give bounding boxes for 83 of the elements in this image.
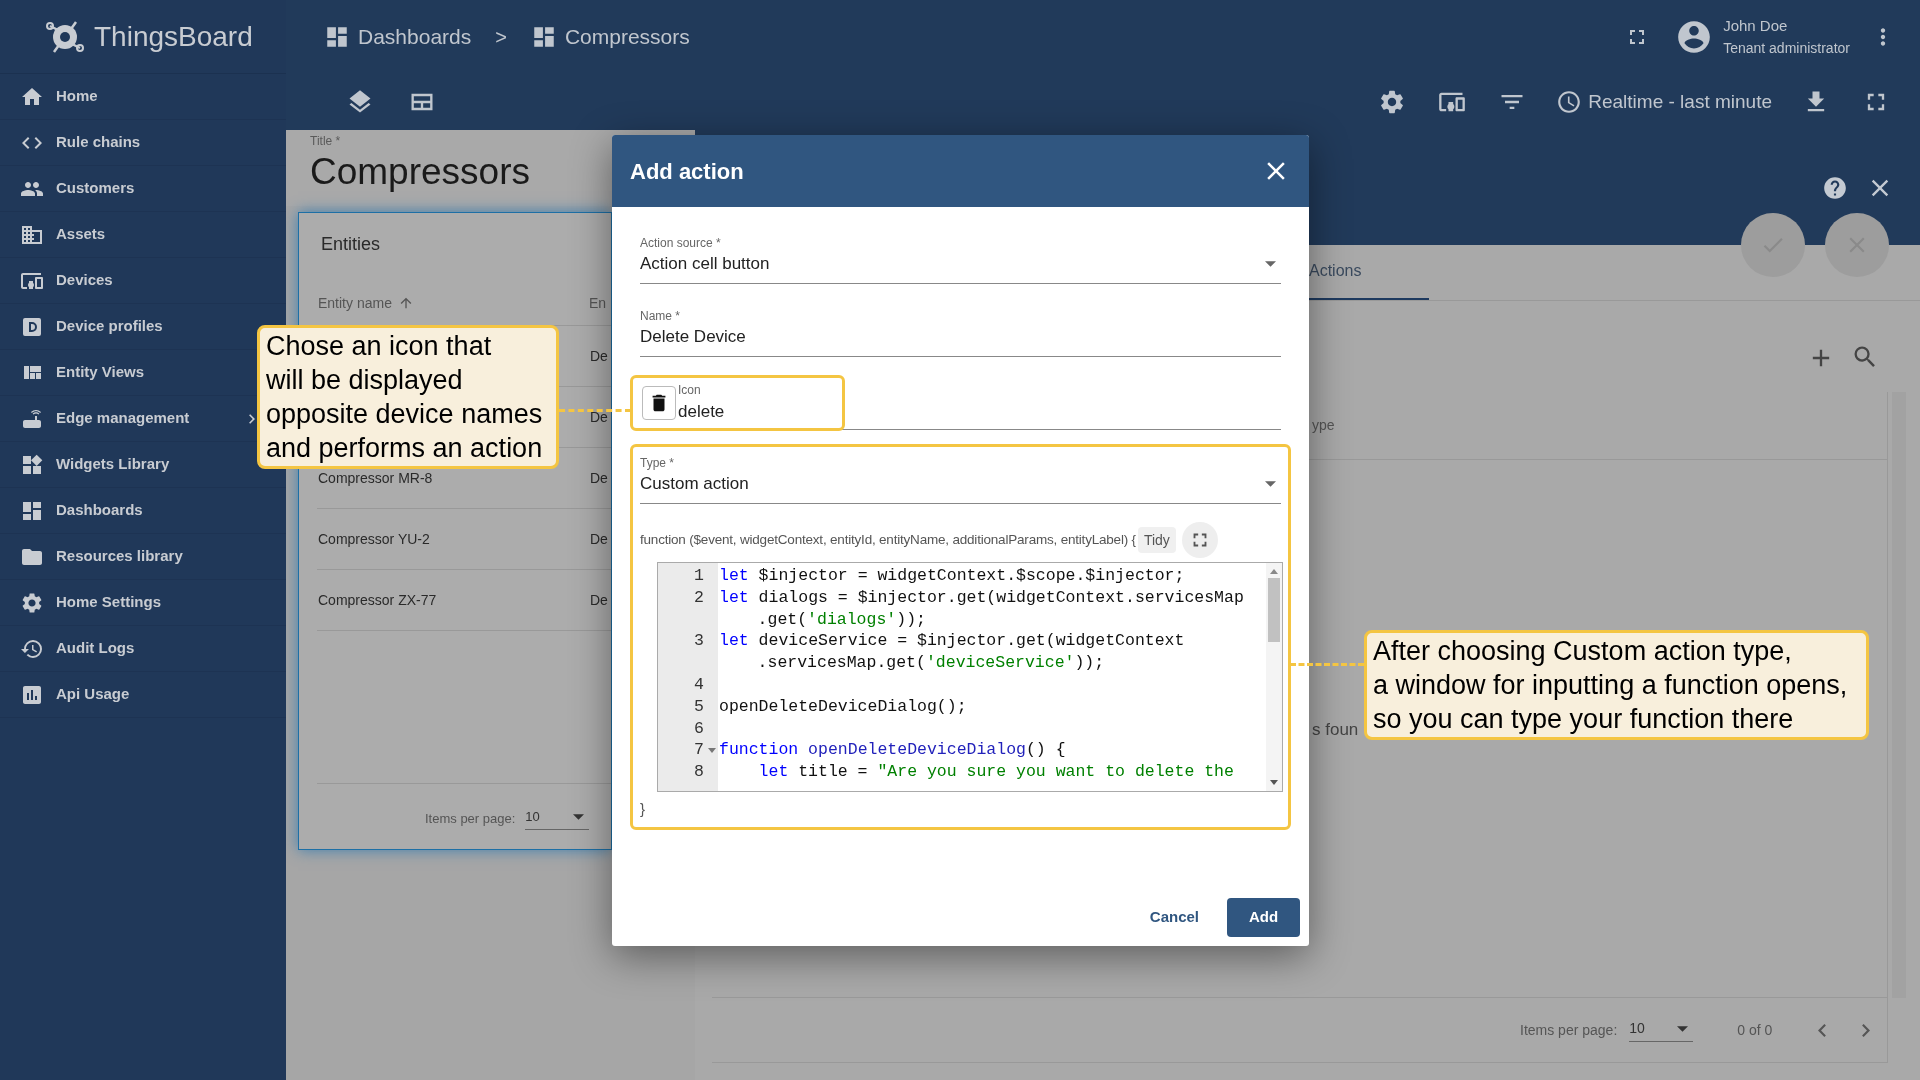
field-label: Action source * [640, 235, 722, 251]
page-range: 0 of 0 [1737, 1020, 1773, 1040]
scrollbar-thumb[interactable] [1268, 578, 1280, 642]
dialog-title: Add action [630, 157, 744, 186]
chevron-icon [249, 413, 256, 424]
clock-icon [1556, 89, 1583, 115]
help-icon[interactable] [1822, 175, 1848, 201]
title-label: Title * [310, 133, 342, 150]
select-field[interactable]: Action source * Action cell button [640, 235, 1281, 284]
sidebar-item[interactable]: Resources library [20, 544, 183, 569]
table-cell-text: De [590, 346, 608, 366]
widgets-icon [20, 452, 44, 477]
sidebar-item[interactable]: Edge management [20, 406, 256, 431]
sidebar-item[interactable]: Device profiles [20, 314, 163, 339]
sidebar-item[interactable]: Api Usage [20, 682, 130, 707]
icon-picker-button[interactable] [642, 386, 676, 420]
field-label: Type * [640, 455, 676, 471]
sidebar-item[interactable]: Home [20, 84, 98, 109]
table-cell-text: De [590, 529, 608, 549]
paginator-label: Items per page: [425, 809, 516, 828]
table-cell: Compressor MR-8 [318, 469, 433, 486]
sidebar-item[interactable]: Assets [20, 222, 106, 247]
dropdown-icon [1677, 1025, 1689, 1032]
empty-message: s foun [1312, 719, 1359, 741]
sidebar-item[interactable]: Rule chains [20, 130, 141, 155]
timewindow-button[interactable]: Realtime - last minute [1556, 87, 1772, 117]
tidy-button[interactable]: Tidy [1137, 527, 1176, 553]
code-line: function openDeleteDeviceDialog() { [718, 739, 1066, 762]
table-cell-text: De [590, 468, 608, 488]
sidebar-item[interactable]: Entity Views [20, 360, 145, 385]
code-line: let title = "Are you sure you want to delete the [757, 761, 1234, 783]
sidebar-item[interactable]: Customers [20, 176, 135, 201]
table-cell: Compressor YU-2 [318, 530, 430, 547]
sidebar-item[interactable]: Home Settings [20, 590, 161, 615]
select-field[interactable]: Type * Custom action [640, 455, 1281, 504]
widget-title: Entities [321, 233, 381, 256]
sidebar-item[interactable]: Audit Logs [20, 636, 135, 661]
dropdown-icon [1265, 481, 1276, 487]
dropdown-icon [573, 813, 585, 820]
function-closing: } [640, 799, 646, 819]
add-button[interactable]: Add [1227, 898, 1300, 937]
scroll-up-icon[interactable] [1270, 569, 1278, 574]
previous-page-icon[interactable] [1818, 1023, 1827, 1037]
sidebar-item[interactable]: Dashboards [20, 498, 143, 523]
sidebar-item[interactable]: Widgets Library [20, 452, 170, 477]
user-role: Tenant administrator [1723, 38, 1850, 58]
field-value: Action cell button [640, 253, 770, 275]
callout: Chose an icon that will be displayed opposite device names and performs an action [257, 325, 559, 469]
field-value: Delete Device [640, 326, 746, 348]
breadcrumb-link[interactable]: Compressors [530, 21, 690, 53]
field-label: Icon [678, 382, 702, 400]
code-line: let deviceService = $injector.get(widgetContext [718, 630, 1185, 653]
scroll-down-icon[interactable] [1270, 780, 1278, 785]
cancel-button[interactable]: Cancel [1143, 898, 1205, 937]
field-label: Name * [640, 308, 681, 324]
fullscreen-button[interactable] [1181, 522, 1218, 558]
field-value: Custom action [640, 473, 749, 495]
code-line: let dialogs = $injector.get(widgetContext.servicesMap [718, 586, 1244, 609]
code-editor[interactable] [657, 562, 1283, 792]
sidebar-item[interactable]: Devices [20, 268, 113, 293]
dropdown-icon [1265, 261, 1276, 267]
grid-icon [324, 24, 350, 50]
paginator-label: Items per page: [1520, 1020, 1618, 1040]
page-size-select[interactable]: 10 [525, 807, 590, 830]
function-signature: function ($event, widgetContext, entityId, entityName, additionalParams, entityLabel) { [640, 530, 1136, 549]
table-cell: Compressor ZX-77 [318, 591, 437, 608]
code-line: let $injector = widgetContext.$scope.$injector; [718, 565, 1185, 587]
table-cell-text: De [590, 590, 608, 610]
next-page-icon[interactable] [1862, 1023, 1871, 1037]
breadcrumb-separator: > [495, 25, 507, 50]
code-line: .servicesMap.get('deviceService')); [756, 652, 1106, 674]
code-line: openDeleteDeviceDialog(); [718, 695, 967, 718]
code-line: .get('dialogs')); [756, 608, 927, 631]
icon-field[interactable]: delete [678, 399, 725, 425]
scrollbar[interactable] [1266, 563, 1282, 791]
input-field[interactable]: Name * Delete Device [640, 308, 1281, 357]
page-size-select[interactable]: 10 [1629, 1018, 1694, 1042]
callout: After choosing Custom action type, a window for inputting a function opens, so you can type your function there [1364, 630, 1869, 740]
app-name: ThingsBoard [94, 19, 253, 54]
gear-icon [20, 590, 44, 615]
breadcrumb-link[interactable]: Dashboards [324, 21, 472, 53]
user-name: John Doe [1723, 16, 1789, 37]
table-cell-text: De [590, 407, 608, 427]
